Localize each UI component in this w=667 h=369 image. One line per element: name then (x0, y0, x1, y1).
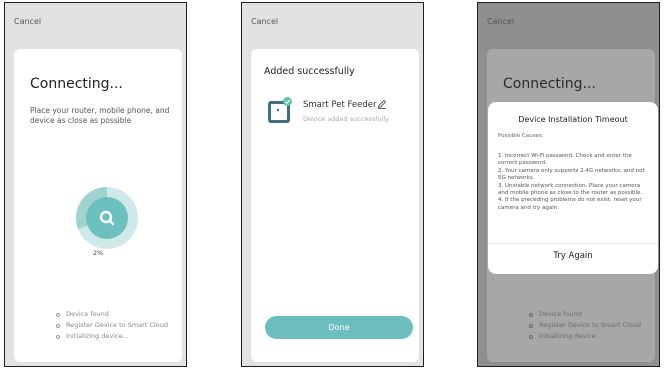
added-screen: Cancel Added successfully Smart Pet Feed… (241, 2, 424, 367)
timeout-dialog: Device Installation Timeout Possible Cau… (488, 102, 658, 274)
step-dot-icon (529, 312, 533, 317)
progress-core (86, 197, 128, 239)
page-title: Connecting... (503, 76, 596, 92)
connecting-card: Connecting... Place your router, mobile … (14, 49, 182, 362)
step-label: Initializing device... (539, 332, 602, 340)
connection-steps: Device found Register Device to Smart Cl… (529, 309, 641, 342)
done-button[interactable]: Done (265, 316, 413, 339)
cause-item: 4. If the preceding problems do not exis… (498, 197, 642, 211)
divider (488, 243, 658, 244)
step-dot-icon (56, 312, 60, 317)
step-item: Initializing device... (529, 331, 641, 342)
step-dot-icon (529, 323, 533, 328)
step-dot-icon (56, 323, 60, 328)
cancel-button[interactable]: Cancel (251, 17, 278, 26)
cause-item: 1. Incorrect Wi-Fi password. Check and e… (498, 153, 632, 167)
progress-ring (76, 187, 138, 249)
page-title: Added successfully (264, 66, 355, 77)
step-label: Device found (539, 310, 582, 318)
timeout-screen: Cancel Connecting... Device found Regist… (477, 2, 660, 367)
step-dot-icon (529, 334, 533, 339)
step-dot-icon (56, 334, 60, 339)
cancel-button[interactable]: Cancel (14, 17, 41, 26)
step-label: Device found (66, 310, 109, 318)
search-icon (99, 210, 115, 226)
page-title: Connecting... (30, 76, 123, 92)
step-label: Register Device to Smart Cloud (539, 321, 642, 329)
pet-feeder-device-icon (268, 97, 292, 123)
try-again-button[interactable]: Try Again (488, 251, 658, 261)
dialog-title: Device Installation Timeout (518, 115, 628, 124)
step-label: Initializing device... (66, 332, 129, 340)
device-name: Smart Pet Feeder (303, 100, 377, 110)
cancel-button[interactable]: Cancel (487, 17, 514, 26)
connecting-screen: Cancel Connecting... Place your router, … (4, 2, 187, 367)
step-item: Register Device to Smart Cloud (56, 320, 168, 331)
step-item: Device found (529, 309, 641, 320)
edit-pencil-icon[interactable] (377, 99, 387, 109)
cause-item: 3. Unstable network connection. Place yo… (498, 182, 643, 197)
connect-instructions: Place your router, mobile phone, and dev… (30, 106, 170, 125)
step-item: Initializing device... (56, 331, 168, 342)
device-status: Device added successfully (303, 115, 390, 123)
step-item: Device found (56, 309, 168, 320)
progress-percent: 2% (92, 249, 104, 257)
added-card: Added successfully Smart Pet Feeder Devi… (251, 49, 419, 362)
step-label: Register Device to Smart Cloud (66, 321, 169, 329)
connection-steps: Device found Register Device to Smart Cl… (56, 309, 168, 342)
dialog-causes-list: 1. Incorrect Wi-Fi password. Check and e… (498, 153, 652, 212)
cause-item: 2. Your camera only supports 2.4G networ… (498, 167, 645, 182)
step-item: Register Device to Smart Cloud (529, 320, 641, 331)
dialog-causes-label: Possible Causes: (498, 133, 544, 139)
